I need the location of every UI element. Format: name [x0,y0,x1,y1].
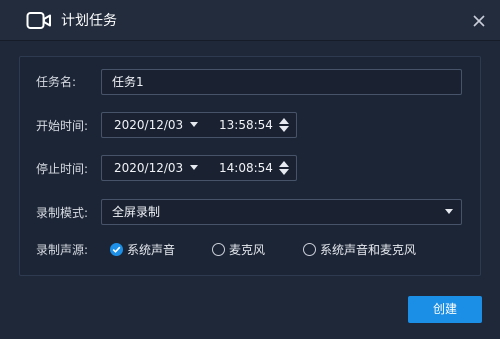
radio-microphone-label: 麦克风 [229,243,266,257]
stop-date-value: 2020/12/03 [114,161,184,175]
radio-system-and-microphone-label: 系统声音和麦克风 [320,243,417,257]
radio-unchecked-icon [303,243,316,256]
start-date-dropdown-icon[interactable] [190,122,198,127]
radio-system-sound-label: 系统声音 [127,243,176,257]
stop-time-spinner-icon[interactable] [279,161,289,175]
record-mode-select[interactable]: 全屏录制 [101,199,462,225]
create-button[interactable]: 创建 [408,296,482,323]
dialog-title: 计划任务 [61,13,117,29]
radio-checked-icon [110,243,123,256]
audio-source-label: 录制声源: [36,243,89,257]
task-name-input[interactable]: 任务1 [101,69,462,95]
dialog-titlebar: 计划任务 [0,0,500,41]
stop-time-value: 14:08:54 [219,161,273,175]
stop-time-picker[interactable]: 2020/12/03 14:08:54 [101,155,297,181]
record-mode-value: 全屏录制 [112,205,161,219]
camera-icon [26,11,52,35]
start-date-value: 2020/12/03 [114,118,184,132]
record-mode-label: 录制模式: [36,206,89,220]
radio-system-sound[interactable]: 系统声音 [110,242,200,258]
task-name-value: 任务1 [112,75,144,89]
start-time-value: 13:58:54 [219,118,273,132]
radio-system-and-microphone[interactable]: 系统声音和麦克风 [303,242,443,258]
start-time-label: 开始时间: [36,119,89,133]
stop-time-label: 停止时间: [36,162,89,176]
stop-date-dropdown-icon[interactable] [190,165,198,170]
close-icon [473,15,485,27]
chevron-down-icon [445,209,453,214]
radio-unchecked-icon [212,243,225,256]
close-button[interactable] [468,10,490,32]
start-time-spinner-icon[interactable] [279,118,289,132]
task-name-label: 任务名: [36,75,77,89]
start-time-picker[interactable]: 2020/12/03 13:58:54 [101,112,297,138]
radio-microphone[interactable]: 麦克风 [212,242,292,258]
